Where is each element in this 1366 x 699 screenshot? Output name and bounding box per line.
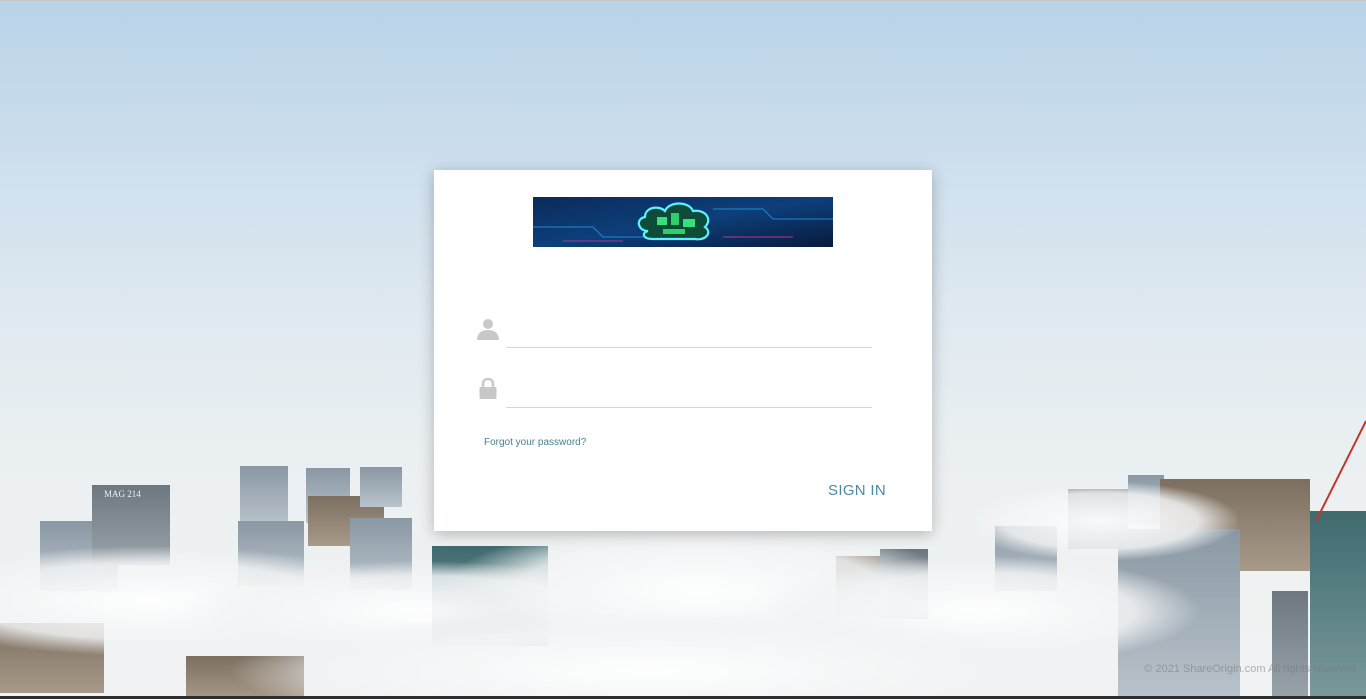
user-icon [477, 319, 499, 340]
svg-text:MAG 214: MAG 214 [104, 489, 141, 499]
cloud-circuit-logo [533, 197, 833, 247]
copyright-text: © 2021 ShareOrigin.com All rights reserv… [1144, 663, 1356, 675]
password-input[interactable] [506, 373, 872, 408]
login-card: Forgot your password? SIGN IN [434, 170, 932, 531]
password-row [476, 373, 873, 409]
sign-in-button[interactable]: SIGN IN [828, 482, 886, 499]
username-input[interactable] [506, 313, 872, 348]
lock-icon [479, 377, 497, 399]
login-page: MAG 214 Forgot your password? SIGN IN © … [0, 0, 1366, 699]
forgot-password-link[interactable]: Forgot your password? [484, 437, 586, 448]
username-row [476, 313, 873, 349]
